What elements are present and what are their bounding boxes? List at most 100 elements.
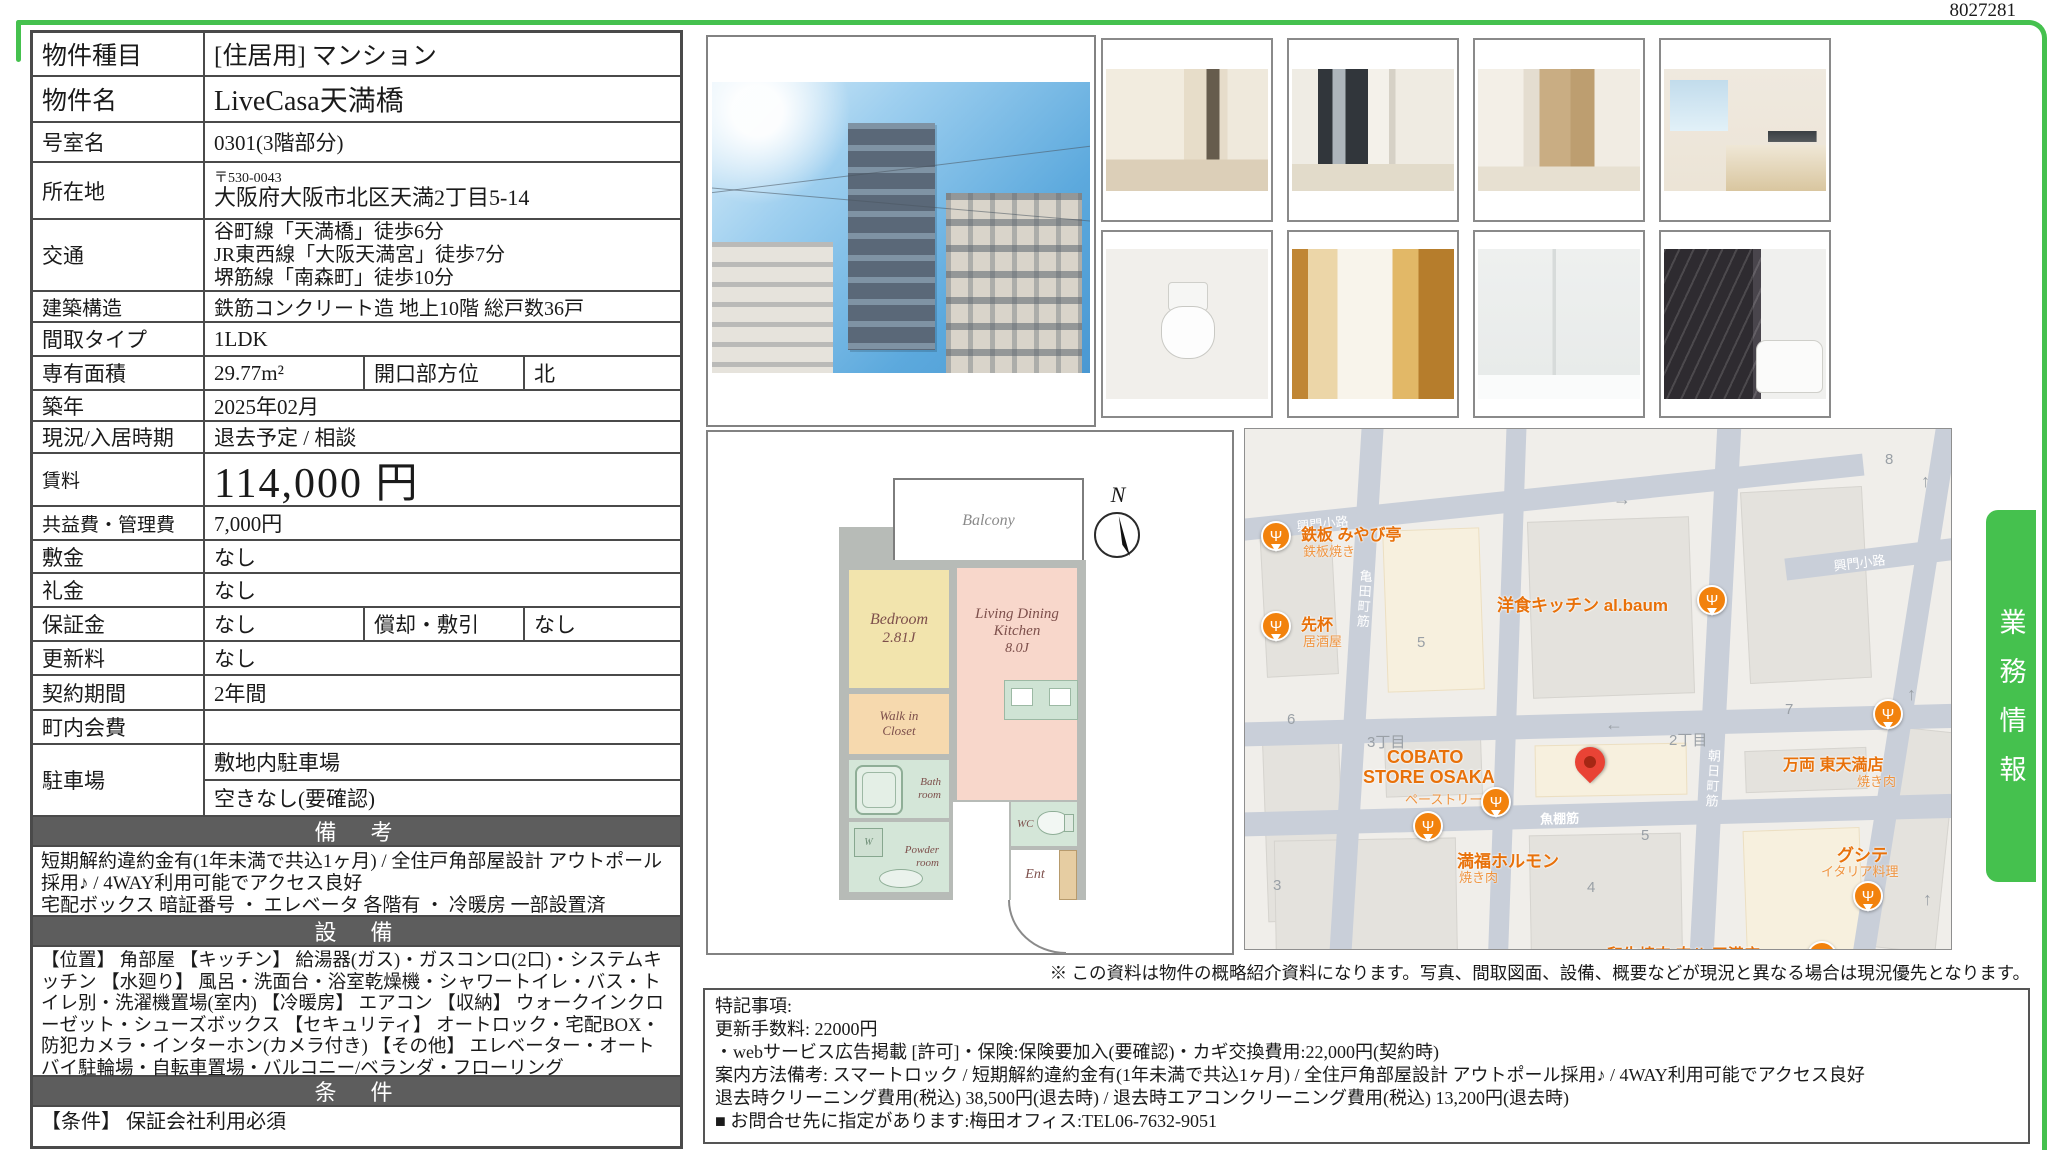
- row-label: 交通: [33, 220, 205, 290]
- poi-cobato-name[interactable]: COBATO: [1387, 747, 1463, 768]
- guarantee-value: なし: [205, 608, 365, 640]
- photo-image: [1292, 249, 1454, 400]
- floorplan-walk-in-closet: Walk in Closet: [849, 694, 949, 754]
- ldk-label2: Kitchen: [994, 623, 1041, 640]
- row-value: 2年間: [205, 676, 680, 709]
- map-block: [1382, 527, 1485, 692]
- remarks-line: 宅配ボックス 暗証番号 ・ エレベータ 各階有 ・ 冷暖房 一部設置済: [41, 895, 606, 916]
- fork-glyph: Ψ: [1270, 528, 1283, 545]
- row-label: 契約期間: [33, 676, 205, 709]
- photo-room-mirror: [1287, 38, 1459, 222]
- road-label-kameda: 亀田町筋: [1352, 569, 1375, 630]
- entrance-label: Ent: [1025, 867, 1044, 883]
- amortization-value: なし: [525, 608, 680, 640]
- powder-label2: room: [916, 857, 939, 870]
- row-value: 1LDK: [205, 323, 680, 355]
- row-label: 築年: [33, 391, 205, 420]
- row-value: 0301(3階部分): [205, 123, 680, 161]
- photo-living-room: [1101, 38, 1273, 222]
- row-label: 保証金: [33, 608, 205, 640]
- photo-image: [1664, 69, 1826, 191]
- restaurant-pin-icon[interactable]: Ψ: [1413, 811, 1443, 841]
- photo-kitchen: [1659, 38, 1831, 222]
- row-label: 物件名: [33, 77, 205, 121]
- opening-direction-value: 北: [525, 357, 680, 389]
- row-label: 賃料: [33, 454, 205, 505]
- fork-glyph: Ψ: [1882, 706, 1895, 723]
- rent-value: 114,000 円: [205, 454, 680, 505]
- notes-line: 更新手数料: 22000円: [715, 1018, 2018, 1041]
- row-label: 敷金: [33, 541, 205, 572]
- fork-glyph: Ψ: [1706, 592, 1719, 609]
- photo-toilet: [1101, 230, 1273, 418]
- washer-icon: W: [854, 828, 883, 857]
- photo-image: [1478, 249, 1640, 400]
- floorplan-entrance: Ent: [1011, 850, 1059, 900]
- photo-hallway-closet: [1473, 38, 1645, 222]
- fork-glyph: Ψ: [1270, 618, 1283, 635]
- restaurant-pin-icon[interactable]: Ψ: [1853, 881, 1883, 911]
- wic-label2: Closet: [882, 724, 915, 739]
- floorplan-bathroom: Bath room: [849, 760, 949, 818]
- entrance-door-arc: [1008, 900, 1066, 954]
- block-number: 6: [1287, 711, 1295, 728]
- poi-nikuhachi-name[interactable]: 和牛焼肉 肉八 天満店: [1607, 941, 1760, 950]
- block-number: 5: [1641, 827, 1649, 844]
- equipment-block: 【位置】 角部屋 【キッチン】 給湯器(ガス)・ガスコンロ(2口)・システムキッ…: [33, 945, 680, 1075]
- compass-icon: [1094, 512, 1140, 558]
- document-number: 8027281: [1840, 0, 2016, 22]
- location-map[interactable]: 興門小路 興門小路 魚棚筋 亀田町筋 朝日町筋 → ← → ↑ ↑ ↑ 8 6 …: [1244, 428, 1952, 950]
- fork-glyph: Ψ: [1422, 818, 1435, 835]
- compass-needle: [1116, 516, 1130, 556]
- one-way-arrow: ←: [1605, 714, 1623, 735]
- table-row-room: 号室名 0301(3階部分): [33, 121, 680, 161]
- notes-line: ・webサービス広告掲載 [許可]・保険:保険要加入(要確認)・カギ交換費用:2…: [715, 1041, 2018, 1064]
- remarks-line: 短期解約違約金有(1年未満で共込1ヶ月) / 全住戸角部屋設計 アウトポール採用…: [41, 851, 662, 894]
- map-block: [1274, 837, 1458, 950]
- bath-label2: room: [918, 789, 941, 802]
- business-info-tab[interactable]: 業務情報: [1986, 510, 2036, 882]
- row-value: なし: [205, 541, 680, 572]
- photo-image: [1106, 249, 1268, 400]
- bedroom-size: 2.81J: [883, 630, 916, 647]
- row-value: [205, 711, 680, 743]
- restaurant-pin-icon[interactable]: Ψ: [1261, 521, 1291, 551]
- green-frame-top: [16, 20, 2028, 25]
- remarks-block: 短期解約違約金有(1年未満で共込1ヶ月) / 全住戸角部屋設計 アウトポール採用…: [33, 845, 680, 915]
- row-label: 号室名: [33, 123, 205, 161]
- table-row-transit: 交通 谷町線「天満橋」徒歩6分 JR東西線「大阪天満宮」徒歩7分 堺筋線「南森町…: [33, 218, 680, 290]
- floorplan-balcony: Balcony: [893, 478, 1084, 564]
- basin-icon: [879, 869, 923, 888]
- row-label: 現況/入居時期: [33, 422, 205, 452]
- restaurant-pin-icon[interactable]: Ψ: [1261, 611, 1291, 641]
- table-row-association: 町内会費: [33, 709, 680, 743]
- row-value: 2025年02月: [205, 391, 680, 420]
- block-number: 8: [1885, 451, 1893, 468]
- row-value: 鉄筋コンクリート造 地上10階 総戸数36戸: [205, 292, 680, 321]
- parking-bottom: 空きなし(要確認): [205, 781, 680, 815]
- poi-manpuku-sub: 焼き肉: [1459, 867, 1498, 886]
- restaurant-pin-icon[interactable]: Ψ: [1697, 585, 1727, 615]
- opening-direction-label: 開口部方位: [365, 357, 525, 389]
- conditions-text: 【条件】 保証会社利用必須: [33, 1107, 294, 1146]
- notes-line: ■ お問合せ先に指定があります:梅田オフィス:TEL06-7632-9051: [715, 1110, 2018, 1133]
- row-label: 間取タイプ: [33, 323, 205, 355]
- restaurant-pin-icon[interactable]: Ψ: [1481, 787, 1511, 817]
- fork-glyph: Ψ: [1862, 888, 1875, 905]
- table-row-area: 専有面積 29.77m² 開口部方位 北: [33, 355, 680, 389]
- row-label: 更新料: [33, 642, 205, 674]
- property-sheet: 8027281 物件種目 [住居用] マンション 物件名 LiveCasa天満橋…: [0, 0, 2056, 1150]
- green-frame-right: [2042, 42, 2047, 1150]
- building-neighbor-left: [712, 242, 833, 373]
- row-value: LiveCasa天満橋: [205, 77, 680, 121]
- poi-albaum-name[interactable]: 洋食キッチン al.baum: [1497, 591, 1668, 616]
- balcony-label: Balcony: [962, 512, 1014, 530]
- special-notes-box: 特記事項: 更新手数料: 22000円 ・webサービス広告掲載 [許可]・保険…: [703, 988, 2030, 1144]
- poi-cobato-name2: STORE OSAKA: [1363, 767, 1495, 788]
- floorplan-hall: [953, 802, 1009, 900]
- disclaimer-text: ※ この資料は物件の概略紹介資料になります。写真、間取図面、設備、概要などが現況…: [740, 960, 2030, 985]
- notes-line: 特記事項:: [715, 995, 2018, 1018]
- table-row-address: 所在地 〒530-0043 大阪府大阪市北区天満2丁目5-14: [33, 161, 680, 218]
- restaurant-pin-icon[interactable]: Ψ: [1873, 699, 1903, 729]
- postal-code: 〒530-0043: [214, 171, 282, 186]
